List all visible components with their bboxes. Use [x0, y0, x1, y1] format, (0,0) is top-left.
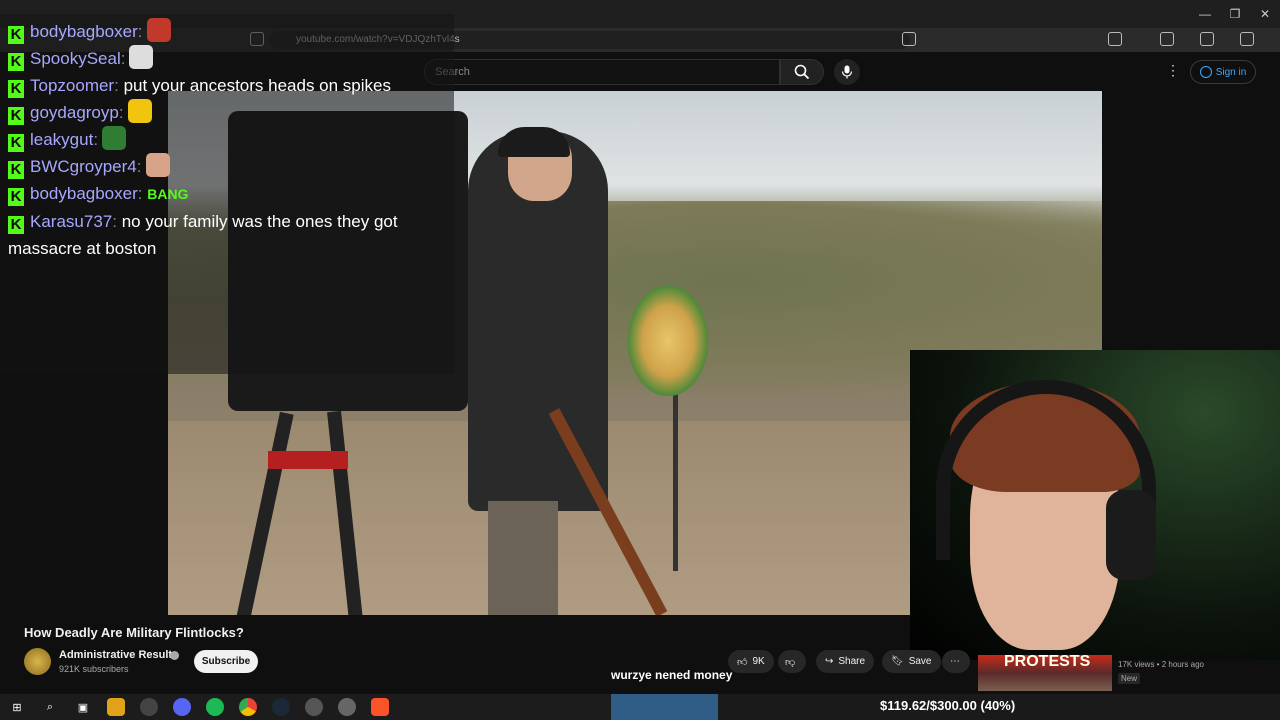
window-controls: — ❐ ✕	[1190, 0, 1280, 28]
app-icon[interactable]	[140, 698, 158, 716]
share-icon: ↪	[825, 656, 834, 667]
chat-emote-icon	[127, 99, 152, 123]
close-button[interactable]: ✕	[1250, 0, 1280, 28]
search-input[interactable]: Search	[424, 59, 780, 85]
cast-icon[interactable]	[902, 32, 916, 46]
streamer-webcam	[910, 350, 1280, 660]
chat-message: Kgoydagroyp:	[8, 99, 446, 126]
chat-emote-text: BANG	[147, 186, 189, 202]
chat-message: Kbodybagboxer:	[8, 18, 446, 45]
headphone-earcup	[1106, 490, 1156, 580]
chat-message: Kbodybagboxer: BANG	[8, 180, 446, 208]
extensions-icon[interactable]	[1108, 32, 1122, 46]
chat-emote-icon	[145, 153, 170, 177]
chat-username: bodybagboxer	[30, 184, 138, 203]
spotify-icon[interactable]	[206, 698, 224, 716]
chat-message: K BWCgroyper4:	[8, 153, 446, 180]
bookmark-icon: 🔖︎	[891, 656, 904, 667]
kick-badge-icon: K	[8, 53, 24, 71]
like-button[interactable]: 👍︎ 9K	[728, 650, 774, 673]
kick-badge-icon: K	[8, 26, 24, 44]
kick-badge-icon: K	[8, 134, 24, 152]
chat-username: bodybagboxer	[30, 22, 138, 41]
subscriber-count: 921K subscribers	[59, 664, 129, 674]
person-legs	[488, 501, 558, 615]
dislike-button[interactable]: 👎︎	[778, 650, 806, 673]
donation-goal-text: $119.62/$300.00 (40%)	[880, 698, 1016, 713]
steam-icon[interactable]	[272, 698, 290, 716]
share-label: Share	[838, 656, 866, 667]
stream-chat-overlay: Kbodybagboxer: K SpookySeal: K Topzoomer: …	[0, 14, 454, 374]
donation-message: wurzye nened money	[611, 668, 733, 682]
sign-in-button[interactable]: Sign in	[1190, 60, 1256, 84]
chat-username: leakygut	[30, 130, 94, 149]
search-icon	[794, 64, 810, 80]
app-icon[interactable]	[338, 698, 356, 716]
chat-message: K SpookySeal:	[8, 45, 446, 72]
person-cap	[498, 127, 570, 157]
chat-message: K Topzoomer: put your ancestors heads on …	[8, 72, 446, 99]
channel-avatar[interactable]	[24, 648, 51, 675]
thumbs-up-icon: 👍︎	[737, 656, 748, 668]
sign-in-label: Sign in	[1215, 66, 1247, 78]
brave-icon[interactable]	[371, 698, 389, 716]
thumbs-down-icon: 👎︎	[785, 656, 796, 668]
chat-username: Karasu737	[30, 212, 113, 231]
donation-goal-fill	[611, 694, 719, 720]
media-icon[interactable]	[1160, 32, 1174, 46]
maximize-button[interactable]: ❐	[1220, 0, 1250, 28]
file-explorer-icon[interactable]	[107, 698, 125, 716]
chat-username: Topzoomer	[30, 76, 115, 95]
more-horizontal-icon: ⋯	[950, 656, 960, 667]
target-post	[673, 391, 678, 571]
chat-username: goydagroyp	[30, 103, 119, 122]
minimize-button[interactable]: —	[1190, 0, 1220, 28]
kick-badge-icon: K	[8, 188, 24, 206]
kick-badge-icon: K	[8, 80, 24, 98]
more-actions-button[interactable]: ⋯	[942, 650, 970, 673]
chat-message: Kleakygut:	[8, 126, 446, 153]
share-button[interactable]: ↪ Share	[816, 650, 875, 673]
chat-username: SpookySeal	[30, 49, 121, 68]
recommended-meta: 17K views • 2 hours ago	[1118, 660, 1204, 669]
camera-red-band	[268, 451, 348, 469]
kick-badge-icon: K	[8, 161, 24, 179]
kick-badge-icon: K	[8, 216, 24, 234]
ballistic-target	[628, 286, 708, 396]
chat-emote-icon	[102, 126, 127, 150]
more-options-icon[interactable]: ⋮	[1166, 62, 1180, 79]
save-label: Save	[908, 656, 932, 667]
discord-icon[interactable]	[173, 698, 191, 716]
recommended-thumbnail[interactable]: PROTESTS	[978, 655, 1112, 691]
subscribe-button[interactable]: Subscribe	[194, 650, 258, 673]
chat-emote-icon	[129, 45, 154, 69]
channel-name[interactable]: Administrative Results	[59, 649, 178, 661]
verified-icon	[170, 651, 179, 660]
chat-emote-icon	[146, 18, 171, 42]
wallet-icon[interactable]	[1200, 32, 1214, 46]
save-button[interactable]: 🔖︎ Save	[882, 650, 941, 673]
voice-search-button[interactable]	[834, 59, 860, 85]
chat-text: put your ancestors heads on spikes	[123, 76, 391, 95]
microphone-icon	[841, 65, 853, 79]
app-icon[interactable]	[305, 698, 323, 716]
kick-badge-icon: K	[8, 107, 24, 125]
windows-taskbar: ⊞ ⌕ ▣	[0, 694, 611, 720]
chat-username: BWCgroyper4	[30, 157, 137, 176]
start-icon[interactable]: ⊞	[8, 698, 26, 716]
video-title: How Deadly Are Military Flintlocks?	[24, 625, 244, 640]
like-count: 9K	[752, 656, 765, 667]
search-icon[interactable]: ⌕	[41, 698, 59, 716]
menu-icon[interactable]	[1240, 32, 1254, 46]
task-view-icon[interactable]: ▣	[74, 698, 92, 716]
chrome-icon[interactable]	[239, 698, 257, 716]
search-button[interactable]	[780, 59, 824, 85]
account-icon	[1199, 66, 1212, 78]
new-badge: New	[1118, 673, 1141, 684]
chat-message: K Karasu737: no your family was the ones …	[8, 212, 398, 258]
